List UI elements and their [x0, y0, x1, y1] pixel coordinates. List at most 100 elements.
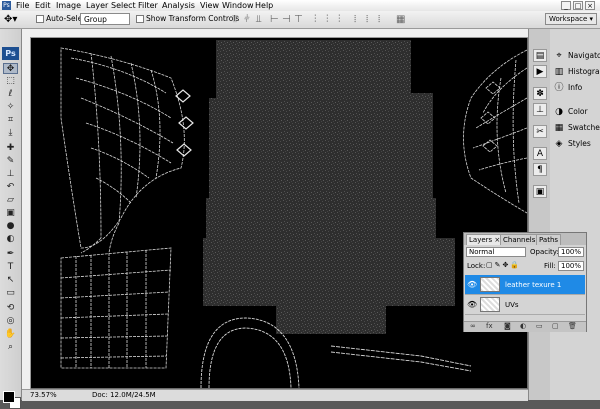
minimize-button[interactable]: _ — [561, 1, 571, 10]
align-top-icon[interactable]: ⫪ — [232, 14, 238, 25]
tab-paths[interactable]: Paths — [536, 234, 562, 245]
delete-layer-icon[interactable]: 🗑 — [568, 322, 577, 330]
distribute-left-icon[interactable]: ⦙ — [354, 14, 356, 25]
magic-wand-icon[interactable]: ✧ — [3, 102, 18, 113]
options-bar: ✥▾ Auto-Select: Group Show Transform Con… — [0, 11, 600, 29]
info-icon: ⓘ — [554, 83, 564, 93]
lock-icons[interactable]: ▢✎✥🔒 — [486, 261, 521, 269]
menu-filter[interactable]: Filter — [138, 0, 158, 11]
auto-select-checkbox[interactable] — [36, 15, 44, 23]
menu-analysis[interactable]: Analysis — [162, 0, 195, 11]
align-bottom-icon[interactable]: ⫫ — [256, 14, 262, 25]
panel-navigator[interactable]: ⌖ Navigator — [550, 49, 600, 63]
actions-icon[interactable]: ▶ — [533, 65, 547, 78]
history-brush-icon[interactable]: ↶ — [3, 182, 18, 193]
menu-help[interactable]: Help — [255, 0, 273, 11]
paragraph-icon[interactable]: ¶ — [533, 163, 547, 176]
panel-info[interactable]: ⓘ Info — [550, 81, 600, 95]
healing-brush-icon[interactable]: ✚ — [3, 143, 18, 154]
layer-mask-icon[interactable]: ◙ — [504, 322, 511, 330]
layer-row-leather[interactable]: 👁 leather texure 1 — [465, 275, 585, 295]
menu-file[interactable]: File — [16, 0, 29, 11]
uv-strip — [330, 345, 472, 372]
panel-column: ⌖ Navigator ▥ Histogram ⓘ Info ◑ Color ▦… — [550, 29, 600, 400]
foreground-color-swatch[interactable] — [3, 391, 15, 403]
gradient-tool-icon[interactable]: ▣ — [3, 208, 18, 219]
new-layer-icon[interactable]: ▢ — [552, 322, 559, 330]
lasso-tool-icon[interactable]: ℓ — [3, 89, 18, 100]
menu-view[interactable]: View — [200, 0, 219, 11]
blend-mode-dropdown[interactable]: Normal — [466, 247, 526, 257]
blur-tool-icon[interactable]: ● — [3, 221, 18, 232]
distribute-top-icon[interactable]: ⫶ — [314, 14, 317, 25]
align-left-icon[interactable]: ⊢ — [270, 14, 279, 25]
tools-preset-icon[interactable]: ✂ — [533, 125, 547, 138]
eraser-icon[interactable]: ▱ — [3, 195, 18, 206]
uv-wireframe-left — [60, 47, 185, 369]
new-group-icon[interactable]: ▭ — [536, 322, 543, 330]
layer-row-uvs[interactable]: 👁 UVs — [465, 295, 585, 315]
maximize-button[interactable]: □ — [573, 1, 583, 10]
brushes-icon[interactable]: ✽ — [533, 87, 547, 100]
panel-label: Navigator — [568, 51, 600, 60]
align-right-icon[interactable]: ⊤ — [294, 14, 303, 25]
menu-edit[interactable]: Edit — [35, 0, 51, 11]
layer-style-icon[interactable]: fx — [486, 322, 493, 330]
eye-icon[interactable]: 👁 — [467, 280, 477, 289]
menu-image[interactable]: Image — [56, 0, 81, 11]
menu-layer[interactable]: Layer — [86, 0, 108, 11]
3d-orbit-icon[interactable]: ◎ — [3, 316, 18, 327]
menu-window[interactable]: Window — [222, 0, 254, 11]
show-transform-checkbox[interactable] — [136, 15, 144, 23]
opacity-field[interactable]: 100% — [558, 247, 584, 257]
move-tool-icon[interactable]: ✥▾ — [4, 14, 17, 25]
align-middle-icon[interactable]: ⫩ — [244, 14, 250, 25]
auto-align-icon[interactable]: ▦ — [396, 14, 405, 25]
panel-color[interactable]: ◑ Color — [550, 105, 600, 119]
panel-styles[interactable]: ◈ Styles — [550, 137, 600, 151]
photoshop-logo: Ps — [2, 47, 19, 60]
history-icon[interactable]: ▤ — [533, 49, 547, 62]
styles-icon: ◈ — [555, 139, 563, 149]
3d-rotate-icon[interactable]: ⟲ — [3, 303, 18, 314]
tab-layers[interactable]: Layers × — [466, 234, 504, 245]
fill-field[interactable]: 100% — [558, 261, 584, 271]
marquee-tool-icon[interactable]: ⬚ — [3, 76, 18, 87]
canvas[interactable] — [31, 38, 527, 388]
clone-stamp-icon[interactable]: ⊥ — [3, 169, 18, 180]
distribute-center-icon[interactable]: ⦙ — [366, 14, 368, 25]
crop-tool-icon[interactable]: ⌗ — [3, 115, 18, 126]
type-tool-icon[interactable]: T — [3, 262, 18, 273]
workspace-button[interactable]: Workspace ▾ — [545, 13, 597, 25]
path-select-icon[interactable]: ↖ — [3, 275, 18, 286]
shape-tool-icon[interactable]: ▭ — [3, 288, 18, 299]
auto-select-dropdown[interactable]: Group — [80, 13, 130, 25]
align-center-icon[interactable]: ⊣ — [282, 14, 291, 25]
menu-select[interactable]: Select — [111, 0, 136, 11]
adjustment-layer-icon[interactable]: ◐ — [520, 322, 526, 330]
uv-canvas-art — [60, 40, 527, 388]
panel-swatches[interactable]: ▦ Swatches — [550, 121, 600, 135]
distribute-middle-icon[interactable]: ⫶ — [326, 14, 329, 25]
fill-label: Fill: — [544, 262, 556, 270]
layer-comps-icon[interactable]: ▣ — [533, 185, 547, 198]
hand-tool-icon[interactable]: ✋ — [3, 329, 18, 340]
distribute-right-icon[interactable]: ⦙ — [378, 14, 380, 25]
clone-source-icon[interactable]: ⊥ — [533, 103, 547, 116]
zoom-tool-icon[interactable]: ⌕ — [3, 342, 18, 353]
pen-tool-icon[interactable]: ✒ — [3, 249, 18, 260]
close-button[interactable]: × — [585, 1, 595, 10]
distribute-bottom-icon[interactable]: ⫶ — [338, 14, 341, 25]
eye-icon[interactable]: 👁 — [467, 300, 477, 309]
brush-tool-icon[interactable]: ✎ — [3, 156, 18, 167]
panel-histogram[interactable]: ▥ Histogram — [550, 65, 600, 79]
link-layers-icon[interactable]: ∞ — [470, 322, 476, 330]
navigator-icon: ⌖ — [556, 51, 562, 61]
tab-channels[interactable]: Channels — [500, 234, 539, 245]
character-icon[interactable]: A — [533, 147, 547, 160]
eyedropper-icon[interactable]: ⤓ — [3, 128, 18, 139]
zoom-level[interactable]: 73.57% — [30, 391, 57, 399]
dodge-tool-icon[interactable]: ◐ — [3, 234, 18, 245]
panel-dock-strip: ▤ ▶ ✽ ⊥ ✂ A ¶ ▣ — [528, 29, 551, 400]
move-tool-icon[interactable]: ✥ — [3, 63, 18, 74]
